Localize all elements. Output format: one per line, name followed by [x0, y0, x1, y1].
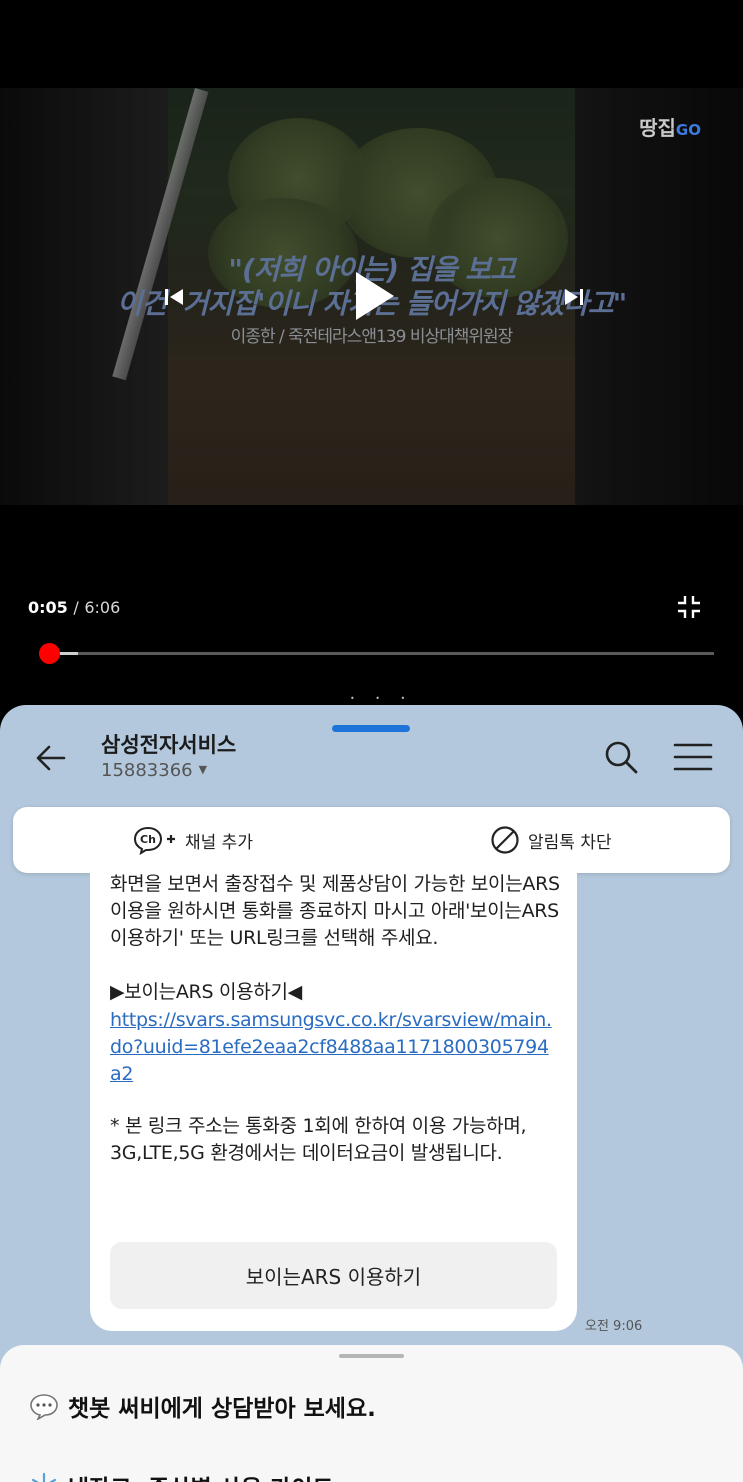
chat-panel: 삼성전자서비스 15883366 ▼ Ch 채널 추가 알림톡 차단 화면을 보면…: [0, 705, 743, 1482]
message-ars-label: ▶보이는ARS 이용하기◀: [110, 981, 302, 1003]
current-time: 0:05: [28, 598, 68, 617]
message-bubble: 화면을 보면서 출장접수 및 제품상담이 가능한 보이는ARS 이용을 원하시면…: [90, 873, 577, 1331]
fridge-guide-label: 냉장고, 증상별 사용 가이드: [68, 1469, 334, 1482]
ars-button[interactable]: 보이는ARS 이용하기: [110, 1242, 557, 1309]
back-arrow-icon[interactable]: [34, 741, 68, 775]
channel-action-bar: Ch 채널 추가 알림톡 차단: [13, 807, 730, 873]
speech-bubble-icon: [30, 1394, 58, 1420]
message-timestamp: 오전 9:06: [585, 1319, 643, 1334]
chevron-down-icon[interactable]: ▼: [199, 763, 207, 776]
chatbot-menu-item[interactable]: 챗봇 써비에게 상담받아 보세요.: [28, 1389, 376, 1423]
ars-link-text[interactable]: https://svars.samsungsvc.co.kr/svarsview…: [110, 1009, 552, 1085]
search-icon[interactable]: [603, 739, 639, 775]
add-channel-button[interactable]: Ch 채널 추가: [133, 825, 253, 855]
add-channel-label: 채널 추가: [185, 832, 253, 853]
channel-logo: 땅집GO: [639, 116, 701, 140]
chatbot-menu-label: 챗봇 써비에게 상담받아 보세요.: [68, 1396, 376, 1422]
block-label: 알림톡 차단: [528, 832, 612, 853]
play-icon[interactable]: [350, 268, 398, 324]
message-note: * 본 링크 주소는 통화중 1회에 한하여 이용 가능하며, 3G,LTE,5…: [110, 1115, 532, 1164]
duration: 6:06: [84, 598, 121, 617]
panel-drag-handle[interactable]: [332, 725, 410, 732]
sheet-drag-handle[interactable]: [339, 1354, 404, 1358]
seek-thumb[interactable]: [38, 643, 60, 664]
fridge-guide-menu-item[interactable]: 냉장고, 증상별 사용 가이드: [28, 1469, 334, 1482]
channel-add-icon: Ch: [133, 826, 175, 855]
chat-subtitle[interactable]: 15883366 ▼: [101, 760, 207, 781]
video-caption-speaker: 이종한 / 죽전테라스앤139 비상대책위원장: [230, 327, 514, 347]
snowflake-icon: [31, 1472, 57, 1482]
phone-number: 15883366: [101, 760, 193, 781]
menu-icon[interactable]: [673, 741, 713, 773]
seek-bar[interactable]: [40, 652, 714, 655]
previous-track-icon[interactable]: [162, 285, 186, 309]
exit-fullscreen-icon[interactable]: [676, 594, 702, 620]
split-handle[interactable]: • • •: [350, 694, 414, 703]
time-separator: /: [73, 598, 79, 617]
chat-title: 삼성전자서비스: [101, 733, 237, 757]
block-notification-button[interactable]: 알림톡 차단: [490, 825, 612, 855]
message-intro: 화면을 보면서 출장접수 및 제품상담이 가능한 보이는ARS 이용을 원하시면…: [110, 873, 566, 949]
block-icon: [491, 826, 519, 854]
ars-link[interactable]: https://svars.samsungsvc.co.kr/svarsview…: [110, 1007, 560, 1088]
video-player[interactable]: 땅집GO "(저희 아이는) 집을 보고 이건 '거지집'이니 자기는 들어가지…: [0, 0, 743, 690]
chatbot-bottom-sheet: 챗봇 써비에게 상담받아 보세요. 냉장고, 증상별 사용 가이드: [0, 1345, 743, 1482]
playback-time: 0:05 / 6:06: [28, 598, 120, 617]
next-track-icon[interactable]: [562, 285, 586, 309]
svg-text:Ch: Ch: [140, 833, 156, 846]
